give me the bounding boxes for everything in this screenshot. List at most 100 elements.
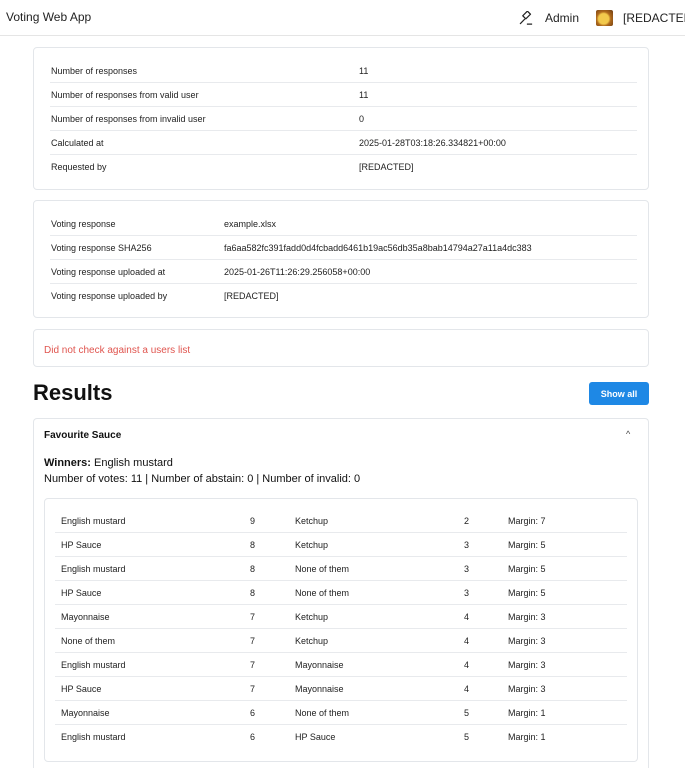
table-row: HP Sauce 7 Mayonnaise 4 Margin: 3 xyxy=(55,677,627,701)
user-name: [REDACTED] xyxy=(623,11,685,25)
option-b: None of them xyxy=(295,588,350,598)
response-info-key: Voting response uploaded by xyxy=(51,291,168,301)
stats-card: Number of responses 11 Number of respons… xyxy=(33,47,649,190)
option-a-votes: 8 xyxy=(250,588,256,598)
gavel-icon xyxy=(519,11,533,25)
option-a-votes: 7 xyxy=(250,636,256,646)
option-a: None of them xyxy=(61,636,116,646)
response-info-key: Voting response xyxy=(51,219,116,229)
response-info-value: 2025-01-26T11:26:29.256058+00:00 xyxy=(224,267,371,277)
option-a: English mustard xyxy=(61,732,126,742)
table-row: Mayonnaise 6 None of them 5 Margin: 1 xyxy=(55,701,627,725)
stats-value: 2025-01-28T03:18:26.334821+00:00 xyxy=(359,138,506,148)
stats-row: Calculated at 2025-01-28T03:18:26.334821… xyxy=(50,131,637,155)
margin: Margin: 3 xyxy=(508,612,546,622)
stats-row: Number of responses 11 xyxy=(50,59,637,83)
table-row: None of them 7 Ketchup 4 Margin: 3 xyxy=(55,629,627,653)
option-b-votes: 5 xyxy=(464,732,470,742)
table-row: English mustard 9 Ketchup 2 Margin: 7 xyxy=(55,509,627,533)
option-a-votes: 9 xyxy=(250,516,256,526)
option-b-votes: 2 xyxy=(464,516,470,526)
table-row: Mayonnaise 7 Ketchup 4 Margin: 3 xyxy=(55,605,627,629)
margin: Margin: 5 xyxy=(508,564,546,574)
option-b: Mayonnaise xyxy=(295,660,344,670)
option-a-votes: 8 xyxy=(250,564,256,574)
margin: Margin: 3 xyxy=(508,660,546,670)
response-info-value: example.xlsx xyxy=(224,219,277,229)
app-brand[interactable]: Voting Web App xyxy=(6,10,91,24)
chevron-up-icon[interactable]: ^ xyxy=(626,429,630,439)
votes-summary: Number of votes: 11 | Number of abstain:… xyxy=(44,473,361,485)
response-info-card: Voting response example.xlsx Voting resp… xyxy=(33,200,649,318)
option-b-votes: 3 xyxy=(464,540,470,550)
option-b-votes: 4 xyxy=(464,684,470,694)
show-all-button[interactable]: Show all xyxy=(589,382,649,405)
response-info-row: Voting response uploaded at 2025-01-26T1… xyxy=(50,260,637,284)
option-a: Mayonnaise xyxy=(61,708,110,718)
margin: Margin: 7 xyxy=(508,516,546,526)
option-b-votes: 4 xyxy=(464,660,470,670)
response-info-value: [REDACTED] xyxy=(224,291,279,301)
option-a: HP Sauce xyxy=(61,588,102,598)
winners-label: Winners: xyxy=(44,457,91,469)
option-a: English mustard xyxy=(61,660,126,670)
response-info-row: Voting response example.xlsx xyxy=(50,212,637,236)
stats-value: [REDACTED] xyxy=(359,162,414,172)
option-a: English mustard xyxy=(61,564,126,574)
option-a-votes: 7 xyxy=(250,660,256,670)
users-list-warning: Did not check against a users list xyxy=(44,345,191,356)
option-b: HP Sauce xyxy=(295,732,336,742)
option-a: Mayonnaise xyxy=(61,612,110,622)
margin: Margin: 3 xyxy=(508,636,546,646)
option-a: English mustard xyxy=(61,516,126,526)
stats-key: Number of responses from invalid user xyxy=(51,114,206,124)
option-b: Ketchup xyxy=(295,612,329,622)
option-b-votes: 5 xyxy=(464,708,470,718)
table-row: English mustard 8 None of them 3 Margin:… xyxy=(55,557,627,581)
table-row: English mustard 6 HP Sauce 5 Margin: 1 xyxy=(55,725,627,749)
option-b: Mayonnaise xyxy=(295,684,344,694)
user-menu[interactable]: [REDACTED] xyxy=(596,9,685,27)
margin: Margin: 5 xyxy=(508,588,546,598)
table-row: English mustard 7 Mayonnaise 4 Margin: 3 xyxy=(55,653,627,677)
stats-row: Requested by [REDACTED] xyxy=(50,155,637,179)
table-row: HP Sauce 8 Ketchup 3 Margin: 5 xyxy=(55,533,627,557)
question-title[interactable]: Favourite Sauce xyxy=(44,430,121,441)
stats-key: Calculated at xyxy=(51,138,104,148)
admin-label: Admin xyxy=(545,11,580,25)
option-b: Ketchup xyxy=(295,636,329,646)
option-a-votes: 8 xyxy=(250,540,256,550)
option-a-votes: 7 xyxy=(250,684,256,694)
avatar xyxy=(596,10,613,26)
option-b-votes: 4 xyxy=(464,636,470,646)
response-info-key: Voting response SHA256 xyxy=(51,243,152,253)
option-a: HP Sauce xyxy=(61,540,102,550)
response-info-row: Voting response SHA256 fa6aa582fc391fadd… xyxy=(50,236,637,260)
margin: Margin: 3 xyxy=(508,684,546,694)
option-b-votes: 4 xyxy=(464,612,470,622)
option-b: None of them xyxy=(295,708,350,718)
winners-value: English mustard xyxy=(94,457,173,469)
option-b-votes: 3 xyxy=(464,588,470,598)
margin: Margin: 1 xyxy=(508,708,546,718)
stats-key: Number of responses xyxy=(51,66,138,76)
response-info-value: fa6aa582fc391fadd0d4fcbadd6461b19ac56db3… xyxy=(224,243,532,253)
option-b: Ketchup xyxy=(295,516,329,526)
stats-value: 11 xyxy=(359,66,369,76)
margin: Margin: 1 xyxy=(508,732,546,742)
winners-line: Winners: English mustard xyxy=(44,457,173,469)
stats-value: 0 xyxy=(359,114,365,124)
option-b: None of them xyxy=(295,564,350,574)
stats-key: Number of responses from valid user xyxy=(51,90,199,100)
stats-row: Number of responses from valid user 11 xyxy=(50,83,637,107)
option-a-votes: 6 xyxy=(250,708,256,718)
stats-row: Number of responses from invalid user 0 xyxy=(50,107,637,131)
option-b-votes: 3 xyxy=(464,564,470,574)
option-a-votes: 6 xyxy=(250,732,256,742)
response-info-key: Voting response uploaded at xyxy=(51,267,166,277)
stats-key: Requested by xyxy=(51,162,107,172)
navbar: Voting Web App Admin [REDACTED] xyxy=(0,0,685,36)
stats-value: 11 xyxy=(359,90,369,100)
admin-link[interactable]: Admin xyxy=(519,9,579,27)
option-a: HP Sauce xyxy=(61,684,102,694)
